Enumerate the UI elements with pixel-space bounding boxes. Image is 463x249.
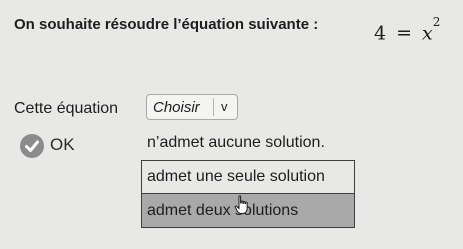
equation-variable: x — [422, 22, 433, 45]
statement-prefix: Cette équation — [14, 100, 119, 117]
question-text: On souhaite résoudre l’équation suivante… — [14, 16, 319, 33]
ok-label: OK — [50, 135, 75, 154]
check-circle-icon — [20, 134, 44, 158]
equation-lhs: 4 — [374, 22, 387, 45]
option-no-solution[interactable]: n’admet aucune solution. — [141, 126, 355, 160]
equation-operator: = — [396, 22, 413, 45]
equation-exponent: 2 — [432, 15, 441, 29]
chevron-down-icon: v — [221, 99, 228, 114]
equation: 4 = x2 — [374, 15, 440, 45]
select-placeholder: Choisir — [153, 99, 200, 116]
option-one-solution[interactable]: admet une seule solution — [141, 160, 355, 194]
answer-select[interactable]: Choisir v — [146, 94, 238, 120]
select-divider — [213, 98, 214, 116]
hand-pointer-icon — [234, 195, 248, 214]
